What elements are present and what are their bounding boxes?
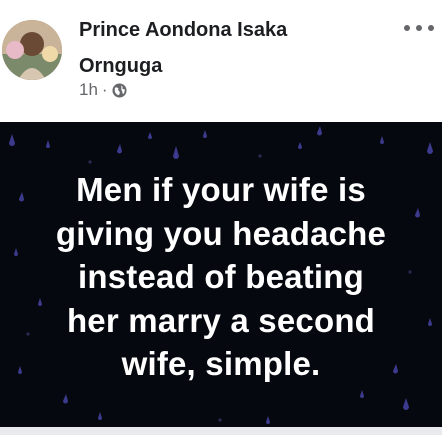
author-name-line2[interactable]: Ornguga [79,53,359,79]
globe-icon [112,82,127,98]
author-name[interactable]: Prince Aondona Isaka Ornguga [79,17,359,79]
post-header: Prince Aondona Isaka Ornguga 1h · [0,0,442,122]
author-avatar[interactable] [2,20,62,80]
post-timestamp[interactable]: 1h [79,80,98,100]
post-text-line: giving you headache [55,214,387,252]
post-text: Men if your wife is giving you headache … [0,168,442,386]
avatar-photo [2,20,62,80]
ellipsis-icon-dot [416,25,422,31]
ellipsis-icon-dot [428,25,434,31]
ellipsis-icon-dot [404,25,410,31]
post-meta: 1h · [79,80,127,100]
post-text-line: Men if your wife is [76,171,366,208]
post-bottom-divider [0,427,442,435]
author-name-line1[interactable]: Prince Aondona Isaka [79,17,359,43]
post-text-line: her marry a second [66,301,376,339]
more-options-button[interactable] [404,20,434,36]
post-text-line: instead of beating [78,258,364,295]
post-background[interactable]: Men if your wife is giving you headache … [0,122,442,427]
meta-separator: · [101,80,108,99]
post-text-line: wife, simple. [121,345,321,382]
